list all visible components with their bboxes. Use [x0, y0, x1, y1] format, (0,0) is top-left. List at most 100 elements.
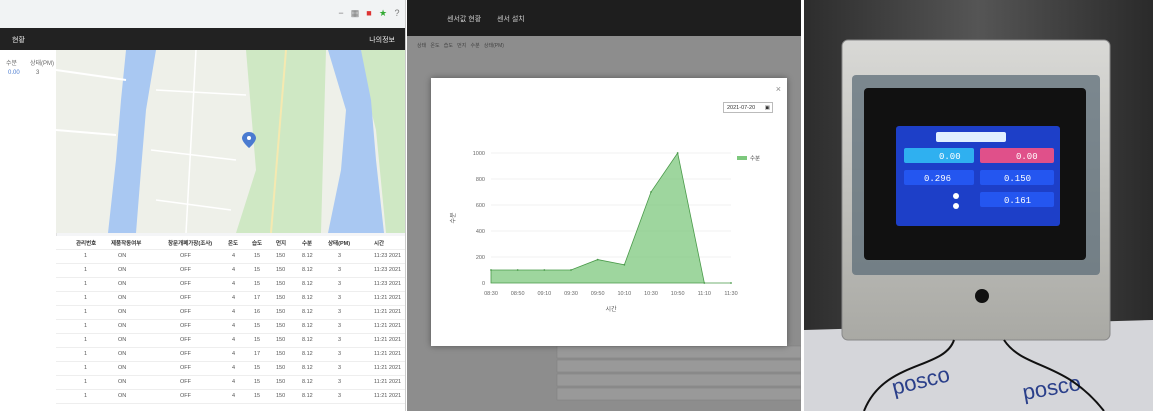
x-tick-label: 11:30	[724, 291, 737, 297]
table-cell: 11:23 2021	[374, 267, 402, 273]
table-cell: 3	[338, 393, 342, 399]
sensor-sidebar: 수분 상태(PM) 0.00 3	[0, 50, 57, 411]
table-cell: ON	[118, 323, 127, 329]
table-cell: ON	[118, 365, 127, 371]
power-button	[975, 289, 989, 303]
table-cell: 1	[84, 267, 88, 273]
table-cell: 8.12	[302, 365, 313, 371]
table-row[interactable]: 1 ON OFF 4 15 150 8.12 3 11:23 2021	[56, 278, 405, 292]
table-cell: ON	[118, 379, 127, 385]
table-cell: 4	[232, 281, 236, 287]
y-axis-label: 수분	[450, 212, 457, 224]
x-tick-label: 09:10	[537, 291, 551, 297]
question-icon[interactable]: ?	[392, 8, 402, 18]
table-row[interactable]: 1 ON OFF 4 15 150 8.12 3 11:23 2021	[56, 264, 405, 278]
table-cell: 4	[232, 253, 236, 259]
table-row[interactable]: 1 ON OFF 4 17 150 8.12 3 11:21 2021	[56, 348, 405, 362]
table-cell: ON	[118, 281, 127, 287]
data-point	[490, 269, 492, 271]
table-row[interactable]: 1 ON OFF 4 15 150 8.12 3 11:23 2021	[56, 250, 405, 264]
table-cell: 8.12	[302, 323, 313, 329]
user-info-link[interactable]: 나의정보	[369, 35, 395, 45]
table-cell: 8.12	[302, 337, 313, 343]
table-cell: OFF	[180, 393, 191, 399]
table-cell: 11:23 2021	[374, 253, 402, 259]
table-cell: 150	[276, 365, 286, 371]
table-cell: 1	[84, 337, 88, 343]
table-cell: 15	[254, 267, 261, 273]
data-point	[570, 269, 572, 271]
tab-sensor-status[interactable]: 센서값 현황	[447, 14, 481, 24]
table-cell: 1	[84, 295, 88, 301]
table-row[interactable]: 1 ON OFF 4 15 150 8.12 3 11:21 2021	[56, 320, 405, 334]
device-photo: posco posco 0.00 0.00 0.296 0.150 0.161	[804, 0, 1153, 411]
data-point	[730, 282, 732, 284]
sidebar-value-moisture[interactable]: 0.00	[8, 70, 20, 76]
column-header: 온도	[228, 241, 239, 247]
table-cell: 3	[338, 351, 342, 357]
table-cell: 15	[254, 365, 261, 371]
table-cell: 150	[276, 379, 286, 385]
table-cell: 1	[84, 365, 88, 371]
data-point	[516, 269, 519, 271]
minus-icon[interactable]: −	[336, 8, 346, 18]
table-cell: 15	[254, 393, 261, 399]
table-cell: 150	[276, 295, 286, 301]
table-cell: OFF	[180, 253, 191, 259]
table-cell: 15	[254, 323, 261, 329]
screen-value: 0.296	[924, 174, 951, 184]
table-cell: 11:21 2021	[374, 393, 402, 399]
table-cell: 8.12	[302, 295, 313, 301]
x-axis-label: 시간	[605, 305, 617, 313]
grid-icon[interactable]: ▦	[350, 8, 360, 18]
table-cell: ON	[118, 337, 127, 343]
table-cell: 8.12	[302, 281, 313, 287]
table-row[interactable]: 1 ON OFF 4 16 150 8.12 3 11:21 2021	[56, 306, 405, 320]
table-cell: 4	[232, 379, 236, 385]
table-cell: 8.12	[302, 253, 313, 259]
x-tick-label: 08:50	[511, 291, 525, 297]
star-icon[interactable]: ★	[378, 8, 388, 18]
data-point	[650, 191, 652, 193]
table-row[interactable]: 1 ON OFF 4 15 150 8.12 3 11:21 2021	[56, 334, 405, 348]
table-cell: 3	[338, 253, 342, 259]
table-cell: 1	[84, 393, 88, 399]
table-row[interactable]: 1 ON OFF 4 15 150 8.12 3 11:21 2021	[56, 390, 405, 404]
column-header: 제품작동여부	[111, 241, 142, 247]
y-tick-label: 600	[476, 203, 485, 209]
sidebar-header-status: 상태(PM)	[30, 61, 55, 67]
table-cell: 150	[276, 281, 286, 287]
table-cell: 1	[84, 351, 88, 357]
table-cell: 15	[254, 253, 261, 259]
table-cell: 15	[254, 379, 261, 385]
map-view[interactable]	[55, 49, 405, 234]
record-icon[interactable]: ■	[364, 8, 374, 18]
table-cell: OFF	[180, 337, 191, 343]
x-tick-label: 08:30	[484, 291, 498, 297]
y-tick-label: 800	[476, 177, 485, 183]
tab-sensor-install[interactable]: 센서 설치	[497, 14, 525, 24]
table-cell: 11:21 2021	[374, 365, 402, 371]
table-cell: 11:21 2021	[374, 309, 402, 315]
data-point	[703, 282, 706, 284]
table-cell: OFF	[180, 351, 191, 357]
table-cell: ON	[118, 295, 127, 301]
table-cell: 3	[338, 365, 342, 371]
table-cell: 11:23 2021	[374, 281, 402, 287]
table-cell: OFF	[180, 281, 191, 287]
table-cell: 15	[254, 281, 261, 287]
map-graphic	[55, 49, 405, 234]
table-row[interactable]: 1 ON OFF 4 17 150 8.12 3 11:21 2021	[56, 292, 405, 306]
column-header: 시간	[374, 241, 385, 247]
table-cell: 4	[232, 267, 236, 273]
series-area-moisture	[490, 151, 731, 284]
table-row[interactable]: 1 ON OFF 4 15 150 8.12 3 11:21 2021	[56, 376, 405, 390]
legend-swatch	[737, 156, 747, 160]
moisture-chart: 0 200 400 600 800 1000 08:30 08:50 09:10 09:30 09:…	[450, 151, 760, 313]
table-cell: OFF	[180, 323, 191, 329]
table-header-row: 관리번호 제품작동여부 창문개폐가장(조사) 온도 습도 먼지 수분 상태(PM…	[56, 236, 405, 250]
table-cell: 150	[276, 267, 286, 273]
data-point	[543, 269, 546, 271]
table-cell: 17	[254, 295, 261, 301]
table-row[interactable]: 1 ON OFF 4 15 150 8.12 3 11:21 2021	[56, 362, 405, 376]
